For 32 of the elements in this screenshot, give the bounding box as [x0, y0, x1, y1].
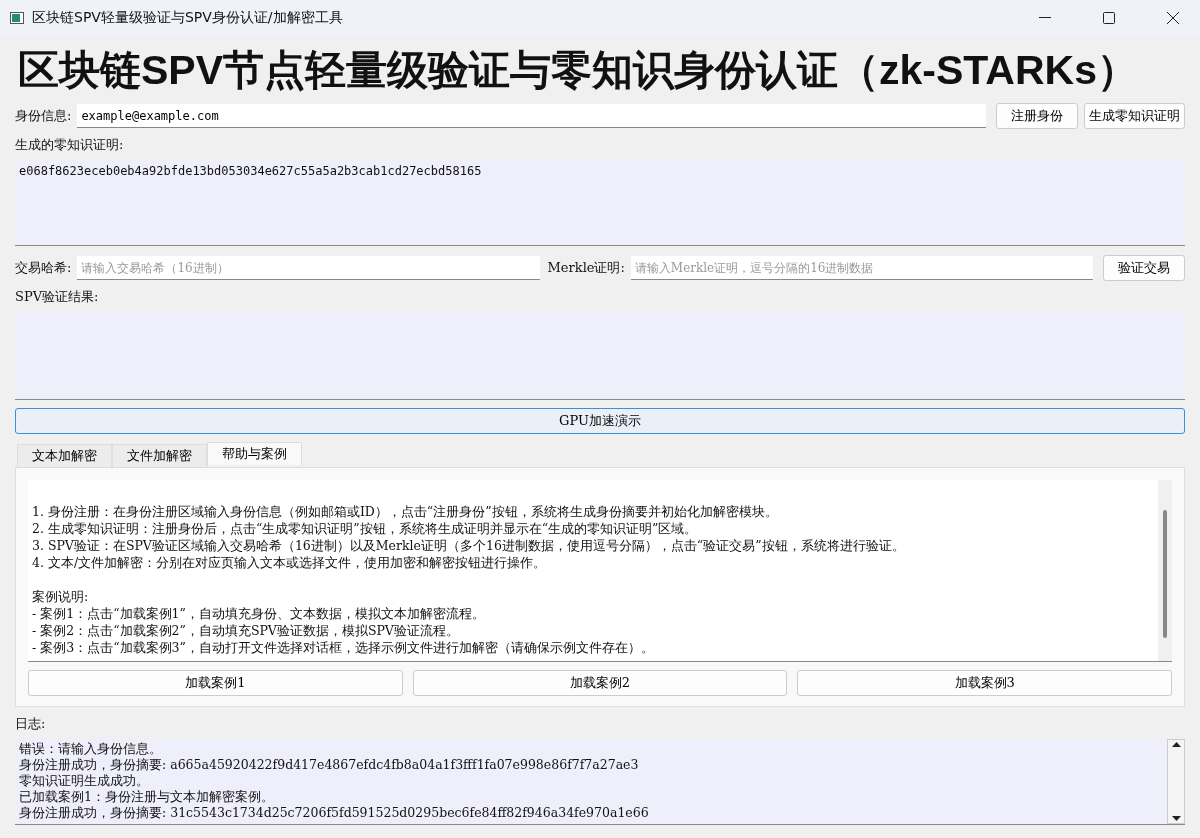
help-text: 1. 身份注册：在身份注册区域输入身份信息（例如邮箱或ID），点击“注册身份”按钮，系统将生成身份摘要并初始化加解密模块。 2. 生成零知识证明：注册身份后，点击“生成零知识证明”按钮，系统将生成证明并显示在“生成的零知识证明”区域。 3. SPV验证：在SPV验证区域输入交易哈希（16进制）以及Merkle证明（多个16进制数据，使用逗号分隔），点击“验证交易”按钮，系统将进行验证。 4. 文本/文件加解密：分别在对应页输入文本或选择文件，使用加密和解密按钮进行操作。 案例说明: - 案例1：点击“加载案例1”，自动填充身份、文本数据，模拟文本加解密流程。 - 案例2：点击“加载案例2”，自动填充SPV验证数据，模拟SPV验证流程。 - 案例3：点击“加载案例3”，自动打开文件选择对话框，选择示例文件进行加解密（请确保示例文件存在）。	[31, 503, 906, 657]
identity-label: 身份信息:	[15, 107, 72, 125]
merkle-field[interactable]: 请输入Merkle证明，逗号分隔的16进制数据	[630, 256, 1093, 280]
maximize-icon	[1103, 12, 1115, 24]
merkle-label: Merkle证明:	[547, 259, 625, 277]
generate-proof-button[interactable]: 生成零知识证明	[1084, 103, 1185, 129]
hash-label: 交易哈希:	[15, 259, 72, 277]
proof-label: 生成的零知识证明:	[15, 137, 124, 152]
gpu-demo-button[interactable]: GPU加速演示	[15, 408, 1185, 434]
load-case-button[interactable]: 加载案例2	[412, 670, 788, 696]
app-icon	[10, 12, 24, 24]
log-text: 错误：请输入身份信息。 身份注册成功，身份摘要: a665a45920422f9d417e4867efdc4fb8a04a1f3fff1fa07e998e86f7f7a27ae3 零知识证明生成成功。 已加载案例1：身份注册与文本加解密案例。 身份注册成功，身份摘要: 31c5543c1734d25c7206f5fd591525d0295bec6fe84ff82f946a34fe970a1e66	[18, 740, 650, 822]
scrollbar-thumb[interactable]	[1163, 510, 1167, 638]
window-title: 区块链SPV轻量级验证与SPV身份认证/加解密工具	[32, 9, 344, 27]
tab[interactable]: 文本加解密	[17, 444, 112, 467]
tab[interactable]: 帮助与案例	[207, 442, 302, 465]
verify-button[interactable]: 验证交易	[1103, 255, 1185, 281]
register-button[interactable]: 注册身份	[996, 103, 1078, 129]
load-case-button[interactable]: 加载案例3	[797, 670, 1172, 696]
close-icon	[1167, 12, 1179, 24]
tab[interactable]: 文件加解密	[112, 444, 207, 467]
log-label: 日志:	[15, 716, 46, 731]
spv-result-output[interactable]	[15, 312, 1185, 400]
scroll-up-icon[interactable]	[1171, 742, 1181, 747]
load-case-button[interactable]: 加载案例1	[28, 670, 403, 696]
hash-field[interactable]: 请输入交易哈希（16进制）	[77, 256, 540, 280]
proof-output[interactable]: e068f8623eceb0eb4a92bfde13bd053034e627c55a5a2b3cab1cd27ecbd58165	[15, 160, 1185, 246]
identity-field[interactable]: example@example.com	[77, 104, 986, 128]
minimize-icon	[1039, 17, 1051, 19]
scroll-down-icon[interactable]	[1171, 816, 1181, 821]
page-heading: 区块链SPV节点轻量级验证与零知识身份认证（zk-STARKs）	[18, 46, 1139, 95]
spv-result-label: SPV验证结果:	[15, 289, 99, 304]
